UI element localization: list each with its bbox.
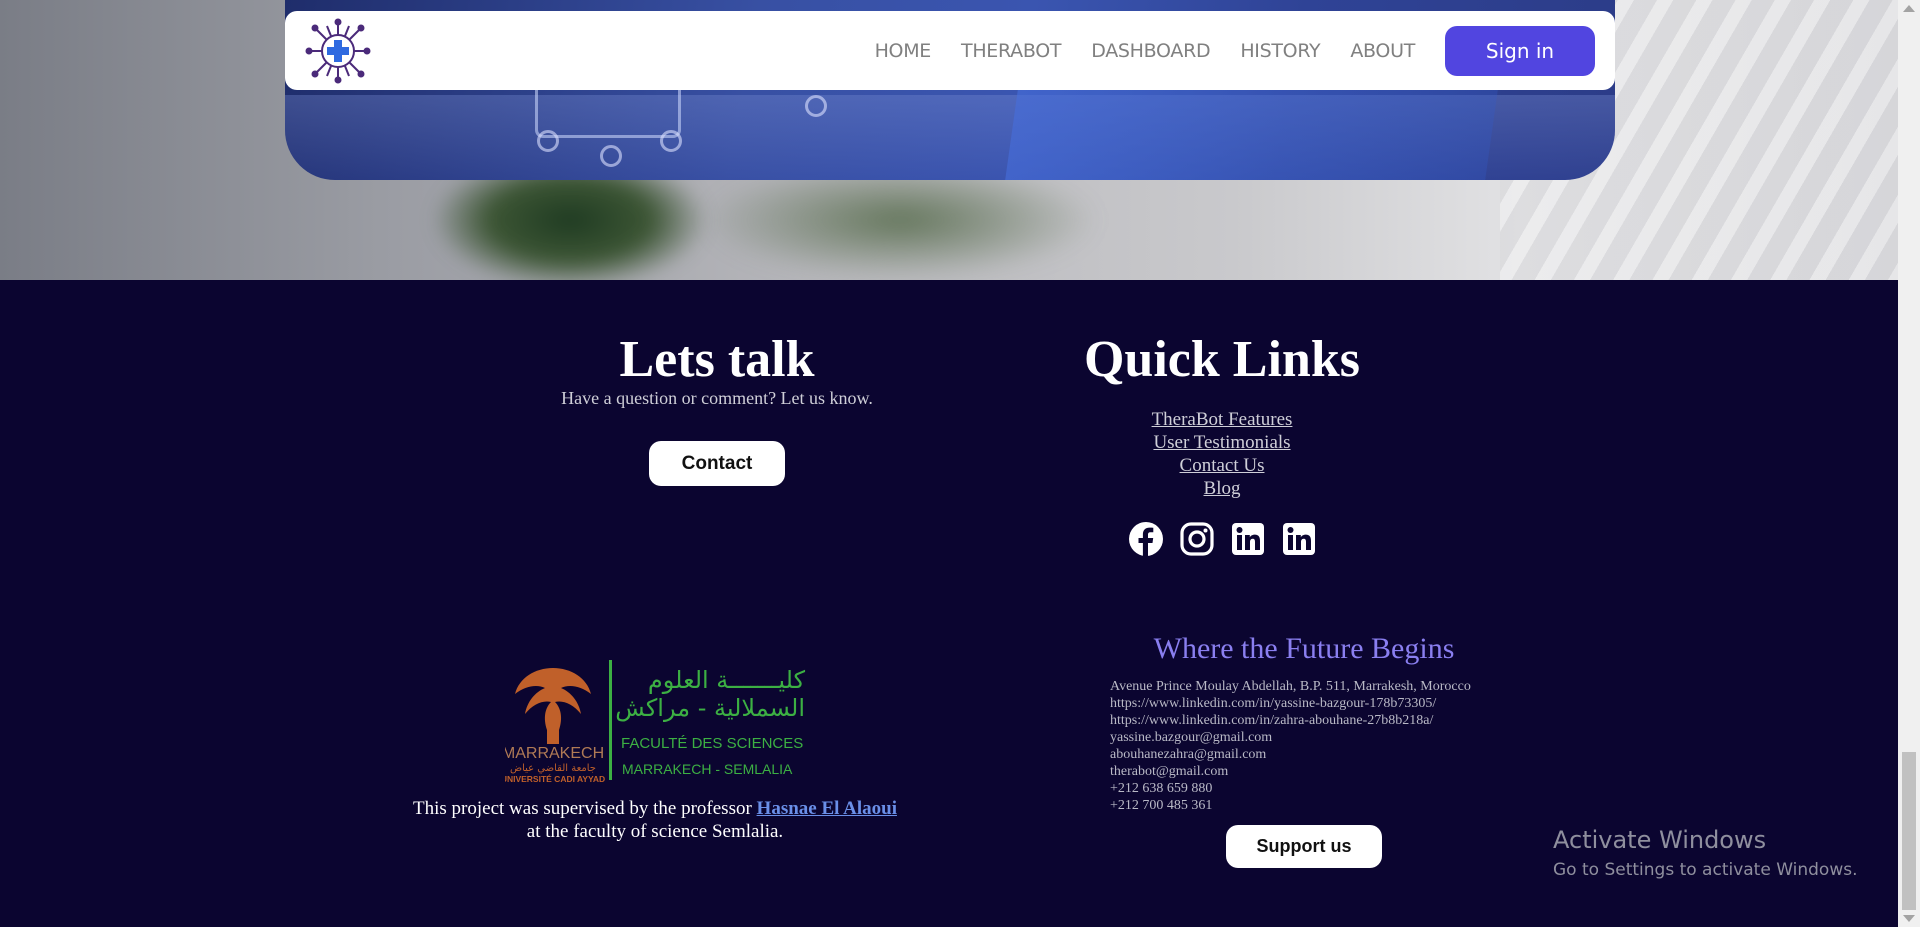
hero-background: HOME THERABOT DASHBOARD HISTORY ABOUT Si…: [0, 0, 1898, 280]
scroll-down-arrow-icon[interactable]: [1903, 915, 1915, 922]
email-1: yassine.bazgour@gmail.com: [1110, 730, 1273, 745]
sign-in-button[interactable]: Sign in: [1445, 26, 1595, 76]
faculty-of-sciences-logo: MARRAKECH جامعة القاضي عياض UNIVERSITÉ C…: [501, 658, 811, 784]
linkedin-icon[interactable]: [1229, 520, 1266, 557]
lets-talk-subtitle: Have a question or comment? Let us know.: [561, 388, 873, 408]
scrollbar-thumb[interactable]: [1902, 752, 1916, 910]
svg-text:FACULTÉ DES SCIENCES: FACULTÉ DES SCIENCES: [621, 735, 803, 752]
svg-text:جامعة القاضي عياض: جامعة القاضي عياض: [510, 763, 596, 774]
professor-link[interactable]: Hasnae El Alaoui: [757, 798, 897, 819]
svg-text:كليـــــــة العلوم: كليـــــــة العلوم: [648, 666, 806, 694]
link-blog[interactable]: Blog: [1072, 477, 1372, 500]
footer: Lets talk Have a question or comment? Le…: [0, 280, 1898, 927]
quick-links-list: TheraBot Features User Testimonials Cont…: [1072, 408, 1372, 500]
contact-button[interactable]: Contact: [649, 441, 785, 486]
address: Avenue Prince Moulay Abdellah, B.P. 511,…: [1110, 679, 1471, 694]
nav-dashboard[interactable]: DASHBOARD: [1091, 40, 1210, 62]
email-2: abouhanezahra@gmail.com: [1110, 747, 1267, 762]
phone-2: +212 700 485 361: [1110, 798, 1213, 813]
supervised-text: This project was supervised by the profe…: [413, 798, 897, 842]
contact-info: Avenue Prince Moulay Abdellah, B.P. 511,…: [1110, 678, 1560, 814]
nav-links: HOME THERABOT DASHBOARD HISTORY ABOUT: [845, 11, 1416, 90]
link-contact-us[interactable]: Contact Us: [1072, 454, 1372, 477]
nav-history[interactable]: HISTORY: [1240, 40, 1320, 62]
vertical-scrollbar[interactable]: [1898, 0, 1920, 927]
instagram-icon[interactable]: [1178, 520, 1215, 557]
linkedin-url-2: https://www.linkedin.com/in/zahra-abouha…: [1110, 713, 1434, 728]
nav-therabot[interactable]: THERABOT: [961, 40, 1062, 62]
phone-1: +212 638 659 880: [1110, 781, 1213, 796]
scroll-up-arrow-icon[interactable]: [1903, 5, 1915, 12]
future-heading: Where the Future Begins: [1153, 632, 1455, 665]
activate-windows-watermark: Activate Windows Go to Settings to activ…: [1553, 826, 1858, 880]
email-3: therabot@gmail.com: [1110, 764, 1229, 779]
svg-text:السملالية - مراكش: السملالية - مراكش: [615, 694, 805, 722]
linkedin-icon[interactable]: [1280, 520, 1317, 557]
linkedin-url-1: https://www.linkedin.com/in/yassine-bazg…: [1110, 696, 1437, 711]
navbar: HOME THERABOT DASHBOARD HISTORY ABOUT Si…: [285, 11, 1615, 90]
nav-about[interactable]: ABOUT: [1350, 40, 1415, 62]
social-icons: [1127, 520, 1317, 557]
support-us-button[interactable]: Support us: [1226, 825, 1382, 868]
therabot-logo-icon[interactable]: [305, 18, 371, 84]
lets-talk-title: Lets talk: [619, 331, 815, 388]
svg-text:MARRAKECH - SEMLALIA: MARRAKECH - SEMLALIA: [622, 761, 793, 777]
quick-links-title: Quick Links: [1083, 331, 1361, 388]
svg-text:UNIVERSITÉ CADI AYYAD: UNIVERSITÉ CADI AYYAD: [505, 774, 605, 784]
link-therabot-features[interactable]: TheraBot Features: [1072, 408, 1372, 431]
link-user-testimonials[interactable]: User Testimonials: [1072, 431, 1372, 454]
facebook-icon[interactable]: [1127, 520, 1164, 557]
svg-text:MARRAKECH: MARRAKECH: [505, 745, 604, 762]
nav-home[interactable]: HOME: [875, 40, 932, 62]
